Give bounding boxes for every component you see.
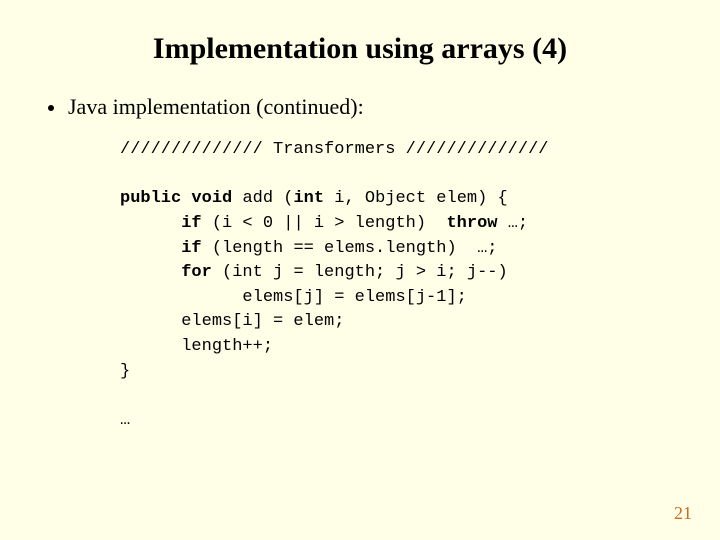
param-i: i <box>334 189 344 208</box>
open-brace: { <box>498 189 508 208</box>
page-number: 21 <box>674 503 692 524</box>
for-head: (int j = length; j > i; j--) <box>222 263 508 282</box>
kw-for: for <box>181 263 212 282</box>
assign-1: elems[i] = elem; <box>181 312 344 331</box>
kw-public: public <box>120 189 181 208</box>
bullet-text: Java implementation (continued): <box>68 94 364 120</box>
for-body: elems[j] = elems[j-1]; <box>242 288 466 307</box>
bullet-dot-icon <box>48 105 54 111</box>
comment-slashes-left: ////////////// <box>120 140 263 159</box>
assign-2: length++; <box>181 337 273 356</box>
kw-void: void <box>191 189 232 208</box>
code-block: ////////////// Transformers ////////////… <box>120 138 672 434</box>
comment-slashes-right: ////////////// <box>406 140 549 159</box>
param-obj-type: Object <box>365 189 426 208</box>
fn-name: add <box>242 189 273 208</box>
kw-throw: throw <box>446 214 497 233</box>
cond-1: (i < 0 || i > length) <box>212 214 426 233</box>
cond-2: (length == elems.length) <box>212 239 457 258</box>
trailing-ellipsis: … <box>120 411 130 430</box>
kw-if-1: if <box>181 214 201 233</box>
bullet-item: Java implementation (continued): <box>48 94 672 120</box>
comment-label: Transformers <box>273 140 395 159</box>
close-brace: } <box>120 362 130 381</box>
slide-title: Implementation using arrays (4) <box>48 32 672 66</box>
ellipsis-2: …; <box>477 239 497 258</box>
kw-int: int <box>293 189 324 208</box>
kw-if-2: if <box>181 239 201 258</box>
ellipsis-1: …; <box>508 214 528 233</box>
slide: Implementation using arrays (4) Java imp… <box>0 0 720 540</box>
param-obj: elem <box>436 189 477 208</box>
